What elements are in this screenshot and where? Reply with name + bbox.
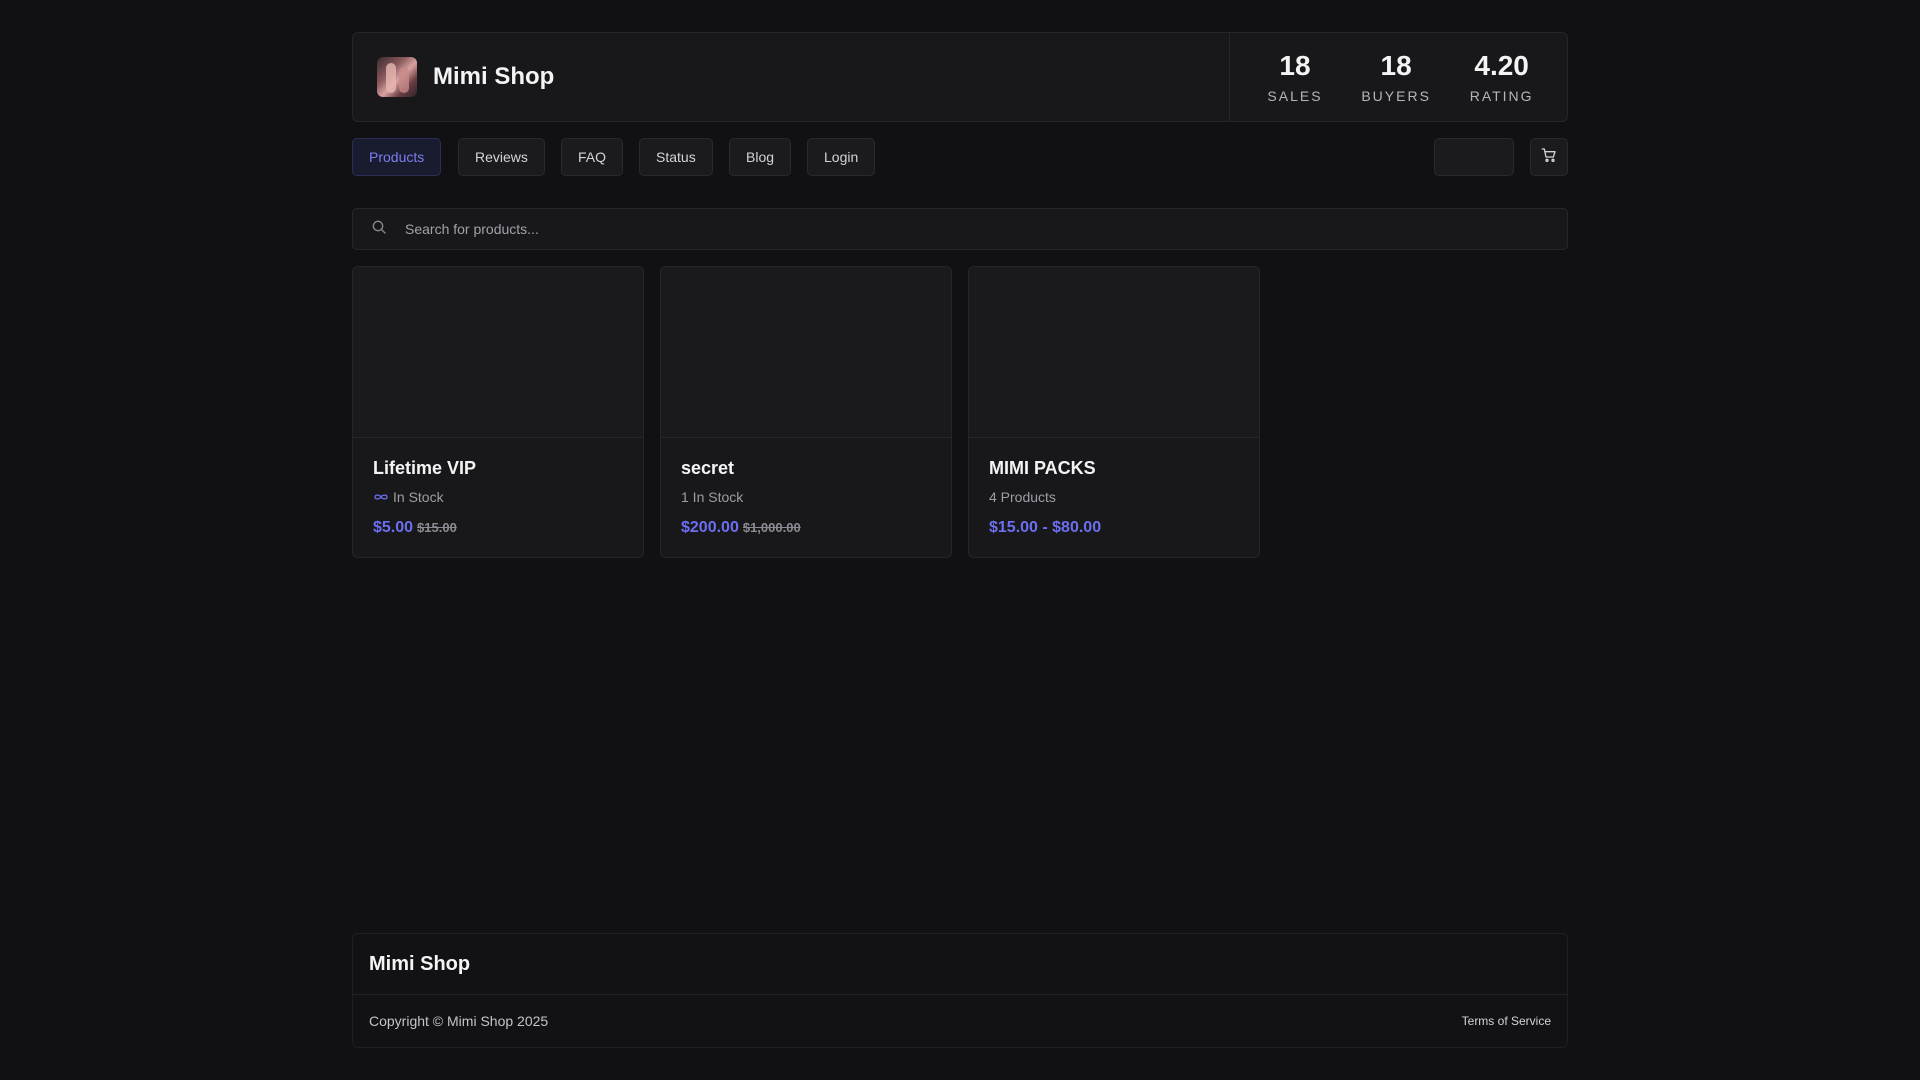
search-bar xyxy=(352,208,1568,250)
copyright-text: Copyright © Mimi Shop 2025 xyxy=(369,1013,549,1029)
stat-rating-label: RATING xyxy=(1469,88,1534,104)
nav-bar: Products Reviews FAQ Status Blog Login xyxy=(352,138,1568,176)
product-title: MIMI PACKS xyxy=(989,458,1096,478)
product-stock: In Stock xyxy=(373,489,623,505)
stat-buyers-label: BUYERS xyxy=(1361,88,1431,104)
footer-bottom: Copyright © Mimi Shop 2025 Terms of Serv… xyxy=(353,995,1567,1047)
product-image xyxy=(661,267,951,438)
infinity-icon xyxy=(373,492,389,502)
product-price: $15.00 - $80.00 xyxy=(989,519,1239,537)
product-image xyxy=(969,267,1259,438)
shop-logo xyxy=(377,57,417,97)
stat-sales-value: 18 xyxy=(1279,50,1311,81)
page: Mimi Shop 18 SALES 18 BUYERS 4.20 RATING… xyxy=(352,32,1568,558)
stat-sales-label: SALES xyxy=(1267,88,1323,104)
nav-login[interactable]: Login xyxy=(807,138,876,176)
product-image xyxy=(353,267,643,438)
product-card-secret[interactable]: secret 1 In Stock $200.00 $1,000.00 xyxy=(660,266,952,558)
product-stock-label: In Stock xyxy=(393,489,444,505)
terms-of-service-link[interactable]: Terms of Service xyxy=(1462,1014,1551,1028)
search-icon xyxy=(371,219,387,240)
nav-products[interactable]: Products xyxy=(352,138,442,176)
stat-buyers-value: 18 xyxy=(1380,50,1412,81)
stat-rating: 4.20 RATING xyxy=(1470,50,1534,104)
shop-stats: 18 SALES 18 BUYERS 4.20 RATING xyxy=(1229,33,1567,121)
footer: Mimi Shop Copyright © Mimi Shop 2025 Ter… xyxy=(352,933,1568,1048)
shop-header: Mimi Shop 18 SALES 18 BUYERS 4.20 RATING xyxy=(352,32,1568,122)
product-stock: 1 In Stock xyxy=(681,489,744,505)
cart-button[interactable] xyxy=(1530,138,1568,176)
product-price-current: $5.00 xyxy=(373,519,414,536)
product-title: Lifetime VIP xyxy=(373,458,477,478)
product-grid: Lifetime VIP In Stock $5.00 $15.00 secret xyxy=(352,266,1568,558)
product-card-lifetime-vip[interactable]: Lifetime VIP In Stock $5.00 $15.00 xyxy=(352,266,644,558)
nav-faq[interactable]: FAQ xyxy=(561,138,624,176)
product-stock: 4 Products xyxy=(989,489,1056,505)
nav-status[interactable]: Status xyxy=(639,138,713,176)
cart-icon xyxy=(1541,147,1557,168)
product-card-mimi-packs[interactable]: MIMI PACKS 4 Products $15.00 - $80.00 xyxy=(968,266,1260,558)
nav-reviews[interactable]: Reviews xyxy=(458,138,545,176)
search-input[interactable] xyxy=(403,220,1503,238)
stat-buyers: 18 BUYERS xyxy=(1361,50,1431,104)
brand: Mimi Shop xyxy=(353,33,1229,121)
footer-title: Mimi Shop xyxy=(353,934,1567,995)
currency-selector[interactable] xyxy=(1434,138,1514,176)
product-price-range: $15.00 - $80.00 xyxy=(989,519,1102,536)
nav-blog[interactable]: Blog xyxy=(729,138,792,176)
stat-sales: 18 SALES xyxy=(1267,50,1322,104)
product-price-current: $200.00 xyxy=(681,519,739,536)
stat-rating-value: 4.20 xyxy=(1474,50,1529,81)
product-price: $5.00 $15.00 xyxy=(373,519,623,537)
product-price-old: $1,000.00 xyxy=(742,520,801,535)
shop-name: Mimi Shop xyxy=(433,63,555,90)
product-title: secret xyxy=(681,458,735,478)
product-price-old: $15.00 xyxy=(417,520,457,535)
product-price: $200.00 $1,000.00 xyxy=(681,519,931,537)
